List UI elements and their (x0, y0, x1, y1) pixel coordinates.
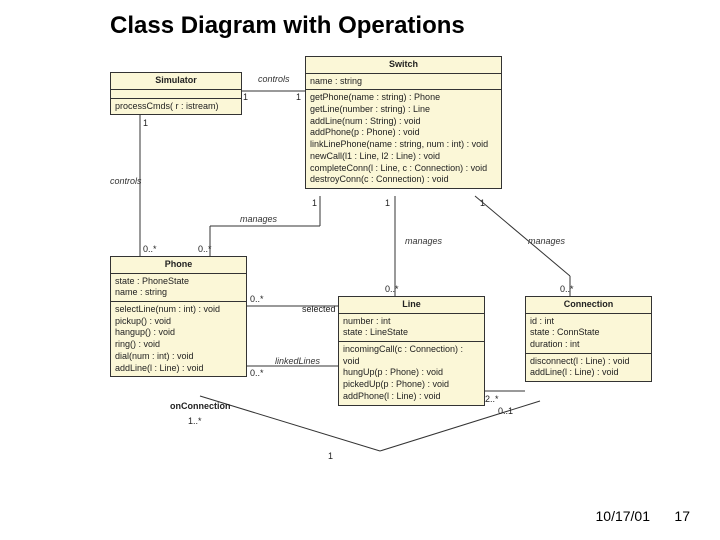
role-label: linkedLines (275, 356, 320, 366)
class-connection: Connection id : int state : ConnState du… (525, 296, 652, 382)
class-name: Simulator (111, 73, 241, 90)
mult: 0..* (385, 284, 399, 294)
mult: 0..* (198, 244, 212, 254)
op: addLine(num : String) : void (310, 116, 497, 128)
uml-diagram: Simulator processCmds( r : istream) Swit… (80, 56, 660, 486)
assoc-label: manages (528, 236, 565, 246)
op: addPhone(p : Phone) : void (310, 127, 497, 139)
mult: 1 (312, 198, 317, 208)
class-name: Switch (306, 57, 501, 74)
assoc-label: manages (240, 214, 277, 224)
class-operations: disconnect(l : Line) : void addLine(l : … (526, 354, 651, 381)
class-phone: Phone state : PhoneState name : string s… (110, 256, 247, 377)
mult: 1 (385, 198, 390, 208)
attr: state : LineState (343, 327, 480, 339)
mult: 1 (328, 451, 333, 461)
op: newCall(l1 : Line, l2 : Line) : void (310, 151, 497, 163)
class-operations: incomingCall(c : Connection) : void hung… (339, 342, 484, 404)
mult: 1 (296, 92, 301, 102)
page-title: Class Diagram with Operations (110, 12, 465, 40)
class-name: Connection (526, 297, 651, 314)
class-attributes: id : int state : ConnState duration : in… (526, 314, 651, 354)
op: hungUp(p : Phone) : void (343, 367, 480, 379)
op: processCmds( r : istream) (115, 101, 237, 113)
mult: 0..* (250, 294, 264, 304)
op: disconnect(l : Line) : void (530, 356, 647, 368)
class-attributes: state : PhoneState name : string (111, 274, 246, 302)
class-name: Line (339, 297, 484, 314)
class-operations: selectLine(num : int) : void pickup() : … (111, 302, 246, 376)
class-attributes: number : int state : LineState (339, 314, 484, 342)
mult: 1 (480, 198, 485, 208)
mult: 1..* (188, 416, 202, 426)
attr: duration : int (530, 339, 647, 351)
slide-date: 10/17/01 (596, 508, 651, 524)
op: hangup() : void (115, 327, 242, 339)
op: incomingCall(c : Connection) : void (343, 344, 480, 367)
mult: 0..* (143, 244, 157, 254)
class-simulator: Simulator processCmds( r : istream) (110, 72, 242, 115)
role-label: selected (302, 304, 336, 314)
slide-page: 17 (674, 508, 690, 524)
op: ring() : void (115, 339, 242, 351)
mult: 1 (143, 118, 148, 128)
attr: name : string (115, 287, 242, 299)
op: addPhone(l : Line) : void (343, 391, 480, 403)
attr: state : ConnState (530, 327, 647, 339)
op: completeConn(l : Line, c : Connection) :… (310, 163, 497, 175)
op: addLine(l : Line) : void (530, 367, 647, 379)
assoc-label: controls (110, 176, 142, 186)
class-switch: Switch name : string getPhone(name : str… (305, 56, 502, 189)
class-attributes (111, 90, 241, 99)
op: getLine(number : string) : Line (310, 104, 497, 116)
attr: number : int (343, 316, 480, 328)
class-operations: getPhone(name : string) : Phone getLine(… (306, 90, 501, 188)
mult: 0..* (560, 284, 574, 294)
class-line: Line number : int state : LineState inco… (338, 296, 485, 406)
role-label: onConnection (170, 401, 231, 411)
op: dial(num : int) : void (115, 351, 242, 363)
attr: state : PhoneState (115, 276, 242, 288)
class-attributes: name : string (306, 74, 501, 91)
class-operations: processCmds( r : istream) (111, 99, 241, 115)
op: destroyConn(c : Connection) : void (310, 174, 497, 186)
op: addLine(l : Line) : void (115, 363, 242, 375)
mult: 2..* (485, 394, 499, 404)
op: pickedUp(p : Phone) : void (343, 379, 480, 391)
class-name: Phone (111, 257, 246, 274)
op: getPhone(name : string) : Phone (310, 92, 497, 104)
mult: 0..* (250, 368, 264, 378)
op: linkLinePhone(name : string, num : int) … (310, 139, 497, 151)
mult: 1 (243, 92, 248, 102)
assoc-label: manages (405, 236, 442, 246)
attr: id : int (530, 316, 647, 328)
mult: 0..1 (498, 406, 513, 416)
attr: name : string (310, 76, 497, 88)
assoc-label: controls (258, 74, 290, 84)
op: pickup() : void (115, 316, 242, 328)
op: selectLine(num : int) : void (115, 304, 242, 316)
